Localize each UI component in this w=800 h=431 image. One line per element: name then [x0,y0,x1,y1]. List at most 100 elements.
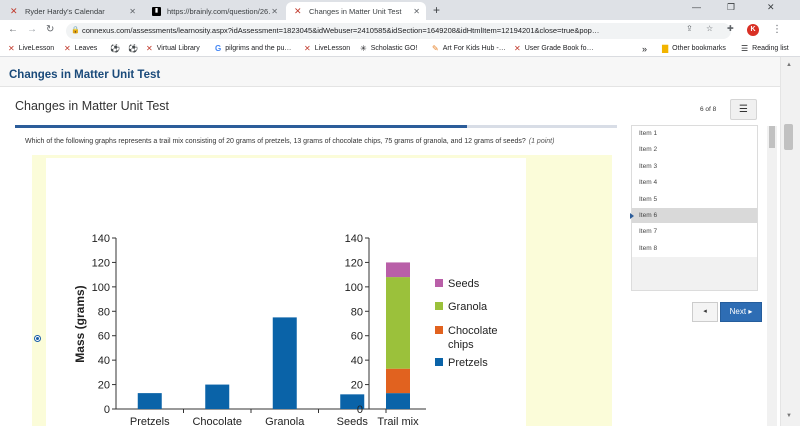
y-tick-label: 0 [104,404,110,416]
item-nav-entry[interactable]: Item 2 [632,142,757,159]
soccer-ball-icon: ⚽ [110,44,120,53]
legend-swatch [435,279,443,287]
previous-button[interactable]: ◂ [692,302,718,322]
item-nav-entry[interactable]: Item 3 [632,158,757,176]
item-counter: 6 of 8 [700,106,717,113]
y-tick-label: 100 [92,282,110,294]
url-bar[interactable]: 🔒 connexus.com/assessments/learnosity.as… [66,23,731,39]
bookmark-item[interactable]: ✕ LiveLesson [8,44,54,53]
y-tick-label: 60 [351,331,363,343]
url-text: connexus.com/assessments/learnosity.aspx… [82,26,600,35]
bookmarks-more-button[interactable]: » [642,44,647,54]
folder-icon: ▇ [662,44,669,53]
tab-title: Ryder Hardy's Calendar [25,6,105,16]
forward-icon[interactable]: → [27,24,37,35]
menu-dots-icon[interactable]: ⋮ [772,24,782,35]
x-logo-icon: ✕ [64,44,71,53]
reading-list-icon: ☰ [741,44,749,53]
browser-tab-active[interactable]: ✕ Changes in Matter Unit Test ✕ [286,2,426,20]
x-logo-icon: ✕ [10,5,18,16]
extensions-icon[interactable]: ✚ [727,24,734,33]
answer-radio[interactable] [34,335,41,342]
page-title: Changes in Matter Unit Test [9,69,161,81]
address-bar-row: ← → ↻ 🔒 connexus.com/assessments/learnos… [0,20,800,42]
reading-list[interactable]: ☰ Reading list [741,44,789,53]
stacked-bar-segment [386,262,410,278]
browser-tab[interactable]: ✕ Ryder Hardy's Calendar ✕ [2,2,142,20]
y-tick-label: 120 [92,257,110,269]
item-nav-entry[interactable]: Item 5 [632,191,757,208]
close-icon[interactable]: ✕ [271,7,278,16]
page-scrollbar[interactable] [780,57,800,426]
y-tick-label: 140 [92,233,110,245]
question-prompt: Which of the following graphs represents… [25,138,526,145]
x-tick-label: Granola [265,416,305,426]
stacked-bar-segment [386,393,410,409]
minimize-icon[interactable]: — [692,2,701,12]
item-list-toggle-button[interactable]: ☰ [730,99,757,120]
legend-label: Seeds [448,278,480,290]
x-logo-icon: ✕ [146,44,153,53]
page-scroll-thumb[interactable] [784,124,793,150]
item-nav-entry[interactable]: Item 1 [632,126,757,143]
current-item-marker [630,213,634,219]
share-icon[interactable]: ⇪ [686,24,693,33]
new-tab-button[interactable]: + [433,3,440,17]
bookmark-item[interactable]: ✕ Leaves [64,44,97,53]
bookmark-item[interactable]: ✕ LiveLesson [304,44,350,53]
close-window-icon[interactable]: ✕ [767,2,775,13]
bookmark-item[interactable]: ⚽ [128,44,142,53]
star-icon[interactable]: ☆ [706,24,713,33]
bar [137,393,162,409]
bookmark-item[interactable]: ✕ Virtual Library [146,44,200,53]
legend-swatch [435,302,443,310]
y-tick-label: 80 [351,306,363,318]
list-icon: ☰ [739,104,748,115]
legend-label: Granola [448,301,488,313]
question-points: (1 point) [528,138,555,145]
y-tick-label: 140 [345,233,363,245]
test-title: Changes in Matter Unit Test [15,99,170,113]
y-axis-label: Mass (grams) [73,285,87,362]
scroll-down-icon[interactable]: ▼ [786,413,792,419]
x-tick-label: Seeds [337,416,369,426]
restore-icon[interactable]: ❐ [727,2,735,13]
bar [205,384,230,409]
chart-image: 0 20 40 60 80 100 120 140 Mass (grams) Pretzels Ch… [46,158,526,428]
bar [272,317,297,409]
item-panel-scrollbar[interactable] [767,126,777,426]
lock-icon: 🔒 [71,27,80,34]
legend-swatch [435,358,443,366]
x-tick-label: Trail mix [377,416,419,426]
bookmark-item[interactable]: ✎ Art For Kids Hub -… [432,44,506,53]
x-tick-label: Chocolate [192,416,242,426]
progress-bar [15,125,617,128]
back-icon[interactable]: ← [8,24,18,35]
scroll-thumb[interactable] [769,126,775,148]
next-button[interactable]: Next ▸ [720,302,762,322]
browser-tab[interactable]: ▮ https://brainly.com/question/26… ✕ [144,2,284,20]
close-icon[interactable]: ✕ [129,7,136,16]
scroll-up-icon[interactable]: ▲ [786,62,792,68]
bookmark-item[interactable]: ⚽ [110,44,124,53]
x-logo-icon: ✕ [8,44,15,53]
item-nav-entry[interactable]: Item 4 [632,175,757,192]
bookmark-item[interactable]: Gpilgrims and the pu… [215,44,291,53]
bookmark-item[interactable]: ✕ User Grade Book fo… [514,44,594,53]
y-tick-label: 120 [345,257,363,269]
question-text: Which of the following graphs represents… [25,138,554,145]
item-nav-entry[interactable]: Item 8 [632,240,757,258]
x-logo-icon: ✕ [304,44,311,53]
item-nav-entry[interactable]: Item 6 [632,208,757,225]
x-logo-icon: ✕ [294,5,302,16]
bookmark-item[interactable]: ✳ Scholastic GO! [360,44,417,53]
reload-icon[interactable]: ↻ [46,24,54,35]
profile-avatar[interactable]: K [747,24,759,36]
item-nav-entry[interactable]: Item 7 [632,224,757,241]
stacked-bar-segment [386,368,410,394]
close-icon[interactable]: ✕ [413,7,420,16]
x-logo-icon: ✕ [514,44,521,53]
bookmarks-bar: ✕ LiveLesson ✕ Leaves ⚽ ⚽ ✕ Virtual Library… [0,42,800,57]
legend-label: Pretzels [448,357,488,369]
other-bookmarks[interactable]: ▇ Other bookmarks [662,44,726,53]
